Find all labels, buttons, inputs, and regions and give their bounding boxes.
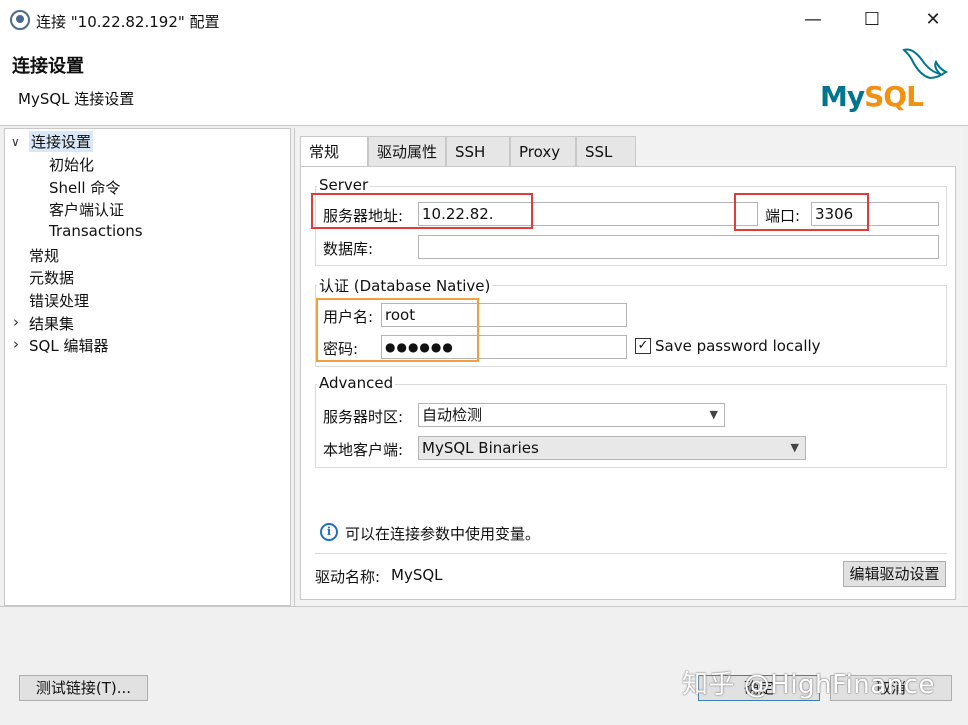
timezone-label: 服务器时区: bbox=[323, 408, 404, 426]
edit-driver-settings-button[interactable]: 编辑驱动设置 bbox=[843, 561, 946, 587]
dialog-header: 连接设置 MySQL 连接设置 MySQL bbox=[0, 40, 968, 126]
server-group-label: Server bbox=[317, 176, 371, 194]
tree-item-init[interactable]: 初始化 bbox=[49, 154, 94, 175]
tree-item-metadata[interactable]: 元数据 bbox=[29, 267, 74, 288]
tab-driver-properties[interactable]: 驱动属性 bbox=[368, 136, 446, 166]
highlight-credentials bbox=[316, 298, 479, 362]
tree-item-error-handling[interactable]: 错误处理 bbox=[29, 290, 89, 311]
page-subtitle: MySQL 连接设置 bbox=[18, 90, 135, 108]
maximize-button[interactable]: ☐ bbox=[852, 6, 892, 34]
expand-chevron-icon[interactable]: › bbox=[13, 313, 19, 331]
logo-text-my: My bbox=[820, 80, 865, 113]
tab-ssl[interactable]: SSL bbox=[576, 136, 636, 166]
separator bbox=[315, 553, 947, 554]
window-title: 连接 "10.22.82.192" 配置 bbox=[36, 13, 220, 31]
tree-item-client-auth[interactable]: 客户端认证 bbox=[49, 199, 124, 220]
dbeaver-app-icon bbox=[10, 10, 30, 30]
tree-item-transactions[interactable]: Transactions bbox=[49, 222, 143, 240]
settings-tree: ∨ 连接设置 初始化 Shell 命令 客户端认证 Transactions 常… bbox=[4, 128, 291, 606]
tree-item-result-sets[interactable]: 结果集 bbox=[29, 313, 74, 334]
save-password-label[interactable]: Save password locally bbox=[655, 337, 821, 355]
mysql-dolphin-icon bbox=[902, 48, 948, 80]
timezone-value: 自动检测 bbox=[422, 406, 483, 424]
driver-name-value: MySQL bbox=[391, 566, 443, 584]
local-client-select[interactable]: MySQL Binaries ▼ bbox=[418, 436, 806, 460]
variables-hint: 可以在连接参数中使用变量。 bbox=[345, 525, 541, 543]
page-title: 连接设置 bbox=[12, 56, 84, 77]
tree-item-general[interactable]: 常规 bbox=[29, 245, 59, 266]
tab-general[interactable]: 常规 bbox=[300, 136, 368, 167]
database-input[interactable] bbox=[418, 235, 939, 259]
mysql-logo: MySQL bbox=[820, 80, 924, 113]
highlight-port bbox=[734, 193, 869, 231]
chevron-down-icon: ▼ bbox=[709, 408, 718, 421]
driver-name-label: 驱动名称: bbox=[315, 568, 381, 586]
local-client-value: MySQL Binaries bbox=[422, 439, 539, 457]
highlight-host bbox=[311, 193, 533, 229]
expand-chevron-icon[interactable]: ∨ bbox=[11, 135, 20, 149]
tree-item-connection-settings[interactable]: 连接设置 bbox=[29, 131, 94, 152]
auth-group-label: 认证 (Database Native) bbox=[317, 275, 493, 296]
info-icon: i bbox=[320, 523, 338, 541]
test-connection-button[interactable]: 测试链接(T)... bbox=[19, 675, 148, 701]
database-label: 数据库: bbox=[323, 240, 374, 258]
tab-strip: 常规 驱动属性 SSH Proxy SSL bbox=[300, 136, 660, 167]
save-password-checkbox[interactable]: ✓ bbox=[635, 338, 651, 354]
tree-item-sql-editor[interactable]: SQL 编辑器 bbox=[29, 335, 108, 356]
watermark: 知乎 @HighFinance bbox=[682, 670, 935, 700]
timezone-select[interactable]: 自动检测 ▼ bbox=[418, 403, 725, 427]
minimize-button[interactable]: — bbox=[793, 6, 833, 34]
advanced-group-label: Advanced bbox=[317, 374, 396, 392]
expand-chevron-icon[interactable]: › bbox=[13, 335, 19, 353]
logo-text-sql: SQL bbox=[864, 80, 924, 113]
chevron-down-icon: ▼ bbox=[790, 441, 799, 454]
local-client-label: 本地客户端: bbox=[323, 441, 404, 459]
tab-ssh[interactable]: SSH bbox=[446, 136, 510, 166]
general-tab-body: Server 服务器地址: 10.22.82. 端口: 3306 数据库: 认证… bbox=[300, 166, 956, 600]
tree-item-shell-commands[interactable]: Shell 命令 bbox=[49, 177, 120, 198]
tab-proxy[interactable]: Proxy bbox=[510, 136, 576, 166]
close-button[interactable]: ✕ bbox=[913, 6, 953, 34]
